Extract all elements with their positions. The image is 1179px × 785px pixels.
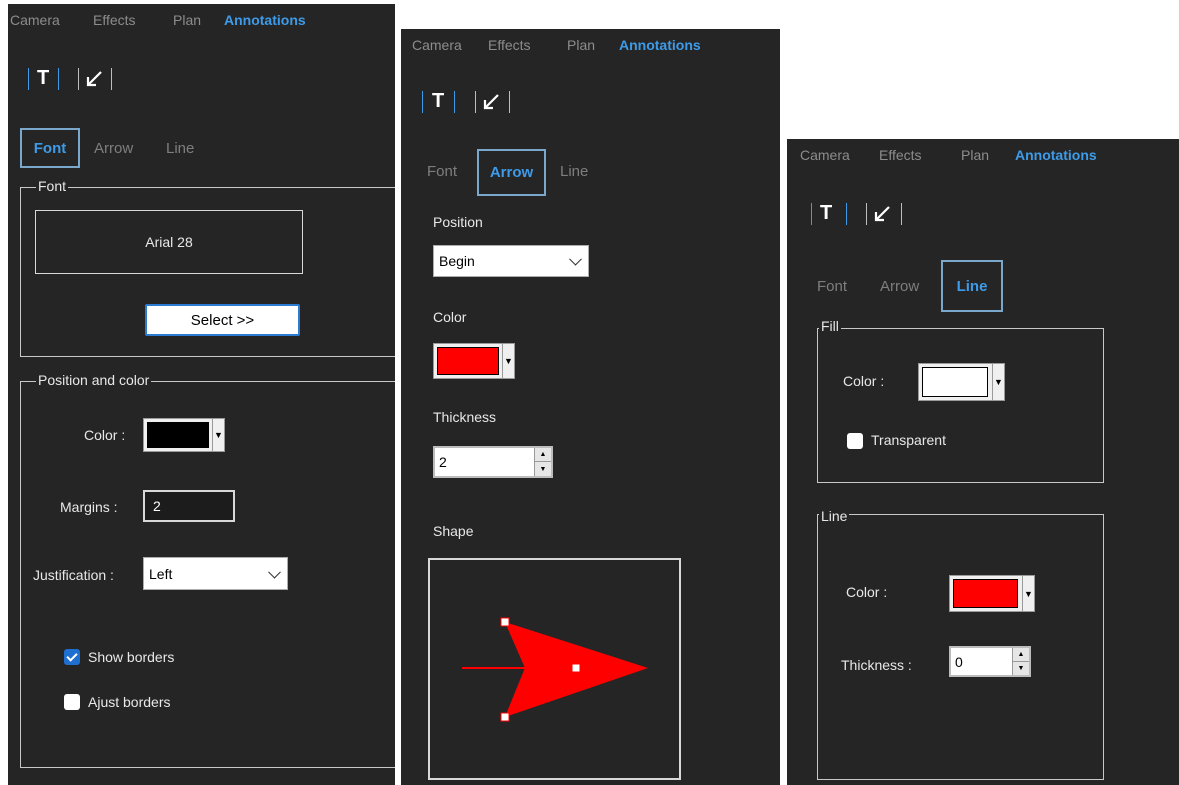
font-display-value: Arial 28 bbox=[145, 234, 193, 250]
chevron-down-icon bbox=[569, 252, 582, 266]
tab-camera[interactable]: Camera bbox=[800, 147, 850, 163]
stepper-buttons[interactable]: ▲ ▼ bbox=[1012, 648, 1029, 675]
subtab-font[interactable]: Font bbox=[817, 278, 847, 295]
tool-separator bbox=[846, 203, 847, 225]
tab-plan[interactable]: Plan bbox=[567, 37, 595, 53]
chevron-down-icon bbox=[268, 565, 281, 579]
annotations-panel-font: Camera Effects Plan Annotations T Font A… bbox=[8, 4, 395, 785]
select-font-button[interactable]: Select >> bbox=[145, 304, 300, 336]
fill-group bbox=[817, 328, 1104, 483]
arrow-icon[interactable] bbox=[84, 69, 104, 89]
transparent-checkbox[interactable] bbox=[847, 433, 863, 449]
arrow-thickness-value: 2 bbox=[439, 454, 447, 470]
annotations-panel-arrow: Camera Effects Plan Annotations T Font A… bbox=[401, 29, 780, 785]
tool-separator bbox=[422, 91, 423, 113]
show-borders-checkbox[interactable] bbox=[64, 649, 80, 665]
line-thickness-stepper[interactable]: 0 ▲ ▼ bbox=[949, 646, 1031, 677]
fill-group-title: Fill bbox=[819, 318, 841, 334]
chevron-up-icon[interactable]: ▲ bbox=[535, 448, 551, 462]
annotations-panel-line: Camera Effects Plan Annotations T Font A… bbox=[787, 139, 1179, 785]
ajust-borders-label: Ajust borders bbox=[88, 694, 171, 710]
select-font-button-label: Select >> bbox=[190, 311, 255, 329]
arrow-shape-editor[interactable] bbox=[428, 558, 681, 780]
justification-value: Left bbox=[149, 565, 173, 582]
font-color-label: Color : bbox=[84, 427, 126, 443]
subtab-arrow[interactable]: Arrow bbox=[477, 149, 546, 196]
transparent-label: Transparent bbox=[871, 432, 946, 448]
text-icon[interactable]: T bbox=[432, 90, 444, 113]
line-group-title: Line bbox=[819, 508, 850, 524]
arrow-color-picker[interactable]: ▼ bbox=[433, 343, 515, 379]
tool-separator bbox=[78, 68, 79, 90]
subtab-line[interactable]: Line bbox=[166, 140, 194, 157]
arrow-position-select[interactable]: Begin bbox=[433, 245, 589, 277]
chevron-down-icon: ▼ bbox=[212, 419, 224, 451]
tab-camera[interactable]: Camera bbox=[412, 37, 462, 53]
arrow-color-swatch bbox=[437, 347, 499, 375]
position-color-group-title: Position and color bbox=[36, 372, 152, 388]
subtab-line[interactable]: Line bbox=[560, 163, 588, 180]
tool-separator bbox=[58, 68, 59, 90]
font-color-swatch bbox=[147, 422, 209, 448]
chevron-down-icon: ▼ bbox=[502, 344, 514, 378]
tool-separator bbox=[811, 203, 812, 225]
tab-plan[interactable]: Plan bbox=[961, 147, 989, 163]
line-color-picker[interactable]: ▼ bbox=[949, 575, 1035, 612]
arrow-icon[interactable] bbox=[872, 204, 892, 224]
chevron-up-icon[interactable]: ▲ bbox=[1013, 648, 1029, 662]
arrow-position-label: Position bbox=[433, 214, 483, 230]
tool-separator bbox=[111, 68, 112, 90]
tab-annotations[interactable]: Annotations bbox=[619, 37, 701, 53]
line-thickness-label: Thickness : bbox=[841, 657, 912, 673]
chevron-down-icon[interactable]: ▼ bbox=[535, 462, 551, 476]
tool-separator bbox=[866, 203, 867, 225]
margins-field[interactable]: 2 bbox=[143, 490, 235, 522]
font-group-title: Font bbox=[36, 178, 69, 194]
arrow-icon[interactable] bbox=[481, 92, 501, 112]
line-thickness-value: 0 bbox=[955, 653, 963, 670]
arrow-thickness-stepper[interactable]: 2 ▲ ▼ bbox=[433, 446, 553, 478]
arrow-shape-label: Shape bbox=[433, 523, 474, 539]
tool-separator bbox=[475, 91, 476, 113]
font-display-box: Arial 28 bbox=[35, 210, 303, 274]
tool-separator bbox=[28, 68, 29, 90]
chevron-down-icon[interactable]: ▼ bbox=[1013, 662, 1029, 676]
text-icon[interactable]: T bbox=[820, 202, 832, 225]
subtab-font[interactable]: Font bbox=[20, 128, 80, 168]
chevron-down-icon: ▼ bbox=[1022, 576, 1034, 611]
tab-plan[interactable]: Plan bbox=[173, 12, 201, 28]
line-color-label: Color : bbox=[846, 584, 888, 600]
arrow-position-value: Begin bbox=[439, 253, 475, 269]
tool-separator bbox=[509, 91, 510, 113]
line-color-swatch bbox=[953, 579, 1018, 608]
fill-color-label: Color : bbox=[843, 373, 885, 389]
justification-select[interactable]: Left bbox=[143, 557, 288, 590]
arrow-thickness-label: Thickness bbox=[433, 409, 497, 425]
arrow-color-label: Color bbox=[433, 309, 467, 325]
tab-annotations[interactable]: Annotations bbox=[1015, 147, 1097, 163]
margins-value: 2 bbox=[153, 498, 161, 514]
subtab-line[interactable]: Line bbox=[941, 260, 1003, 312]
subtab-font[interactable]: Font bbox=[427, 163, 457, 180]
fill-color-swatch bbox=[922, 367, 988, 397]
tab-camera[interactable]: Camera bbox=[10, 12, 60, 28]
show-borders-label: Show borders bbox=[88, 649, 175, 665]
ajust-borders-checkbox[interactable] bbox=[64, 694, 80, 710]
fill-color-picker[interactable]: ▼ bbox=[918, 363, 1005, 401]
tab-annotations[interactable]: Annotations bbox=[224, 12, 306, 28]
tool-separator bbox=[901, 203, 902, 225]
stepper-buttons[interactable]: ▲ ▼ bbox=[534, 448, 551, 476]
justification-label: Justification : bbox=[33, 567, 114, 583]
tool-separator bbox=[454, 91, 455, 113]
tab-effects[interactable]: Effects bbox=[488, 37, 531, 53]
tab-effects[interactable]: Effects bbox=[93, 12, 136, 28]
margins-label: Margins : bbox=[60, 499, 118, 515]
font-color-picker[interactable]: ▼ bbox=[143, 418, 225, 452]
chevron-down-icon: ▼ bbox=[992, 364, 1004, 400]
subtab-arrow[interactable]: Arrow bbox=[880, 278, 919, 295]
arrow-shape-preview[interactable] bbox=[430, 560, 679, 778]
text-icon[interactable]: T bbox=[37, 67, 49, 90]
subtab-arrow[interactable]: Arrow bbox=[94, 140, 133, 157]
tab-effects[interactable]: Effects bbox=[879, 147, 922, 163]
